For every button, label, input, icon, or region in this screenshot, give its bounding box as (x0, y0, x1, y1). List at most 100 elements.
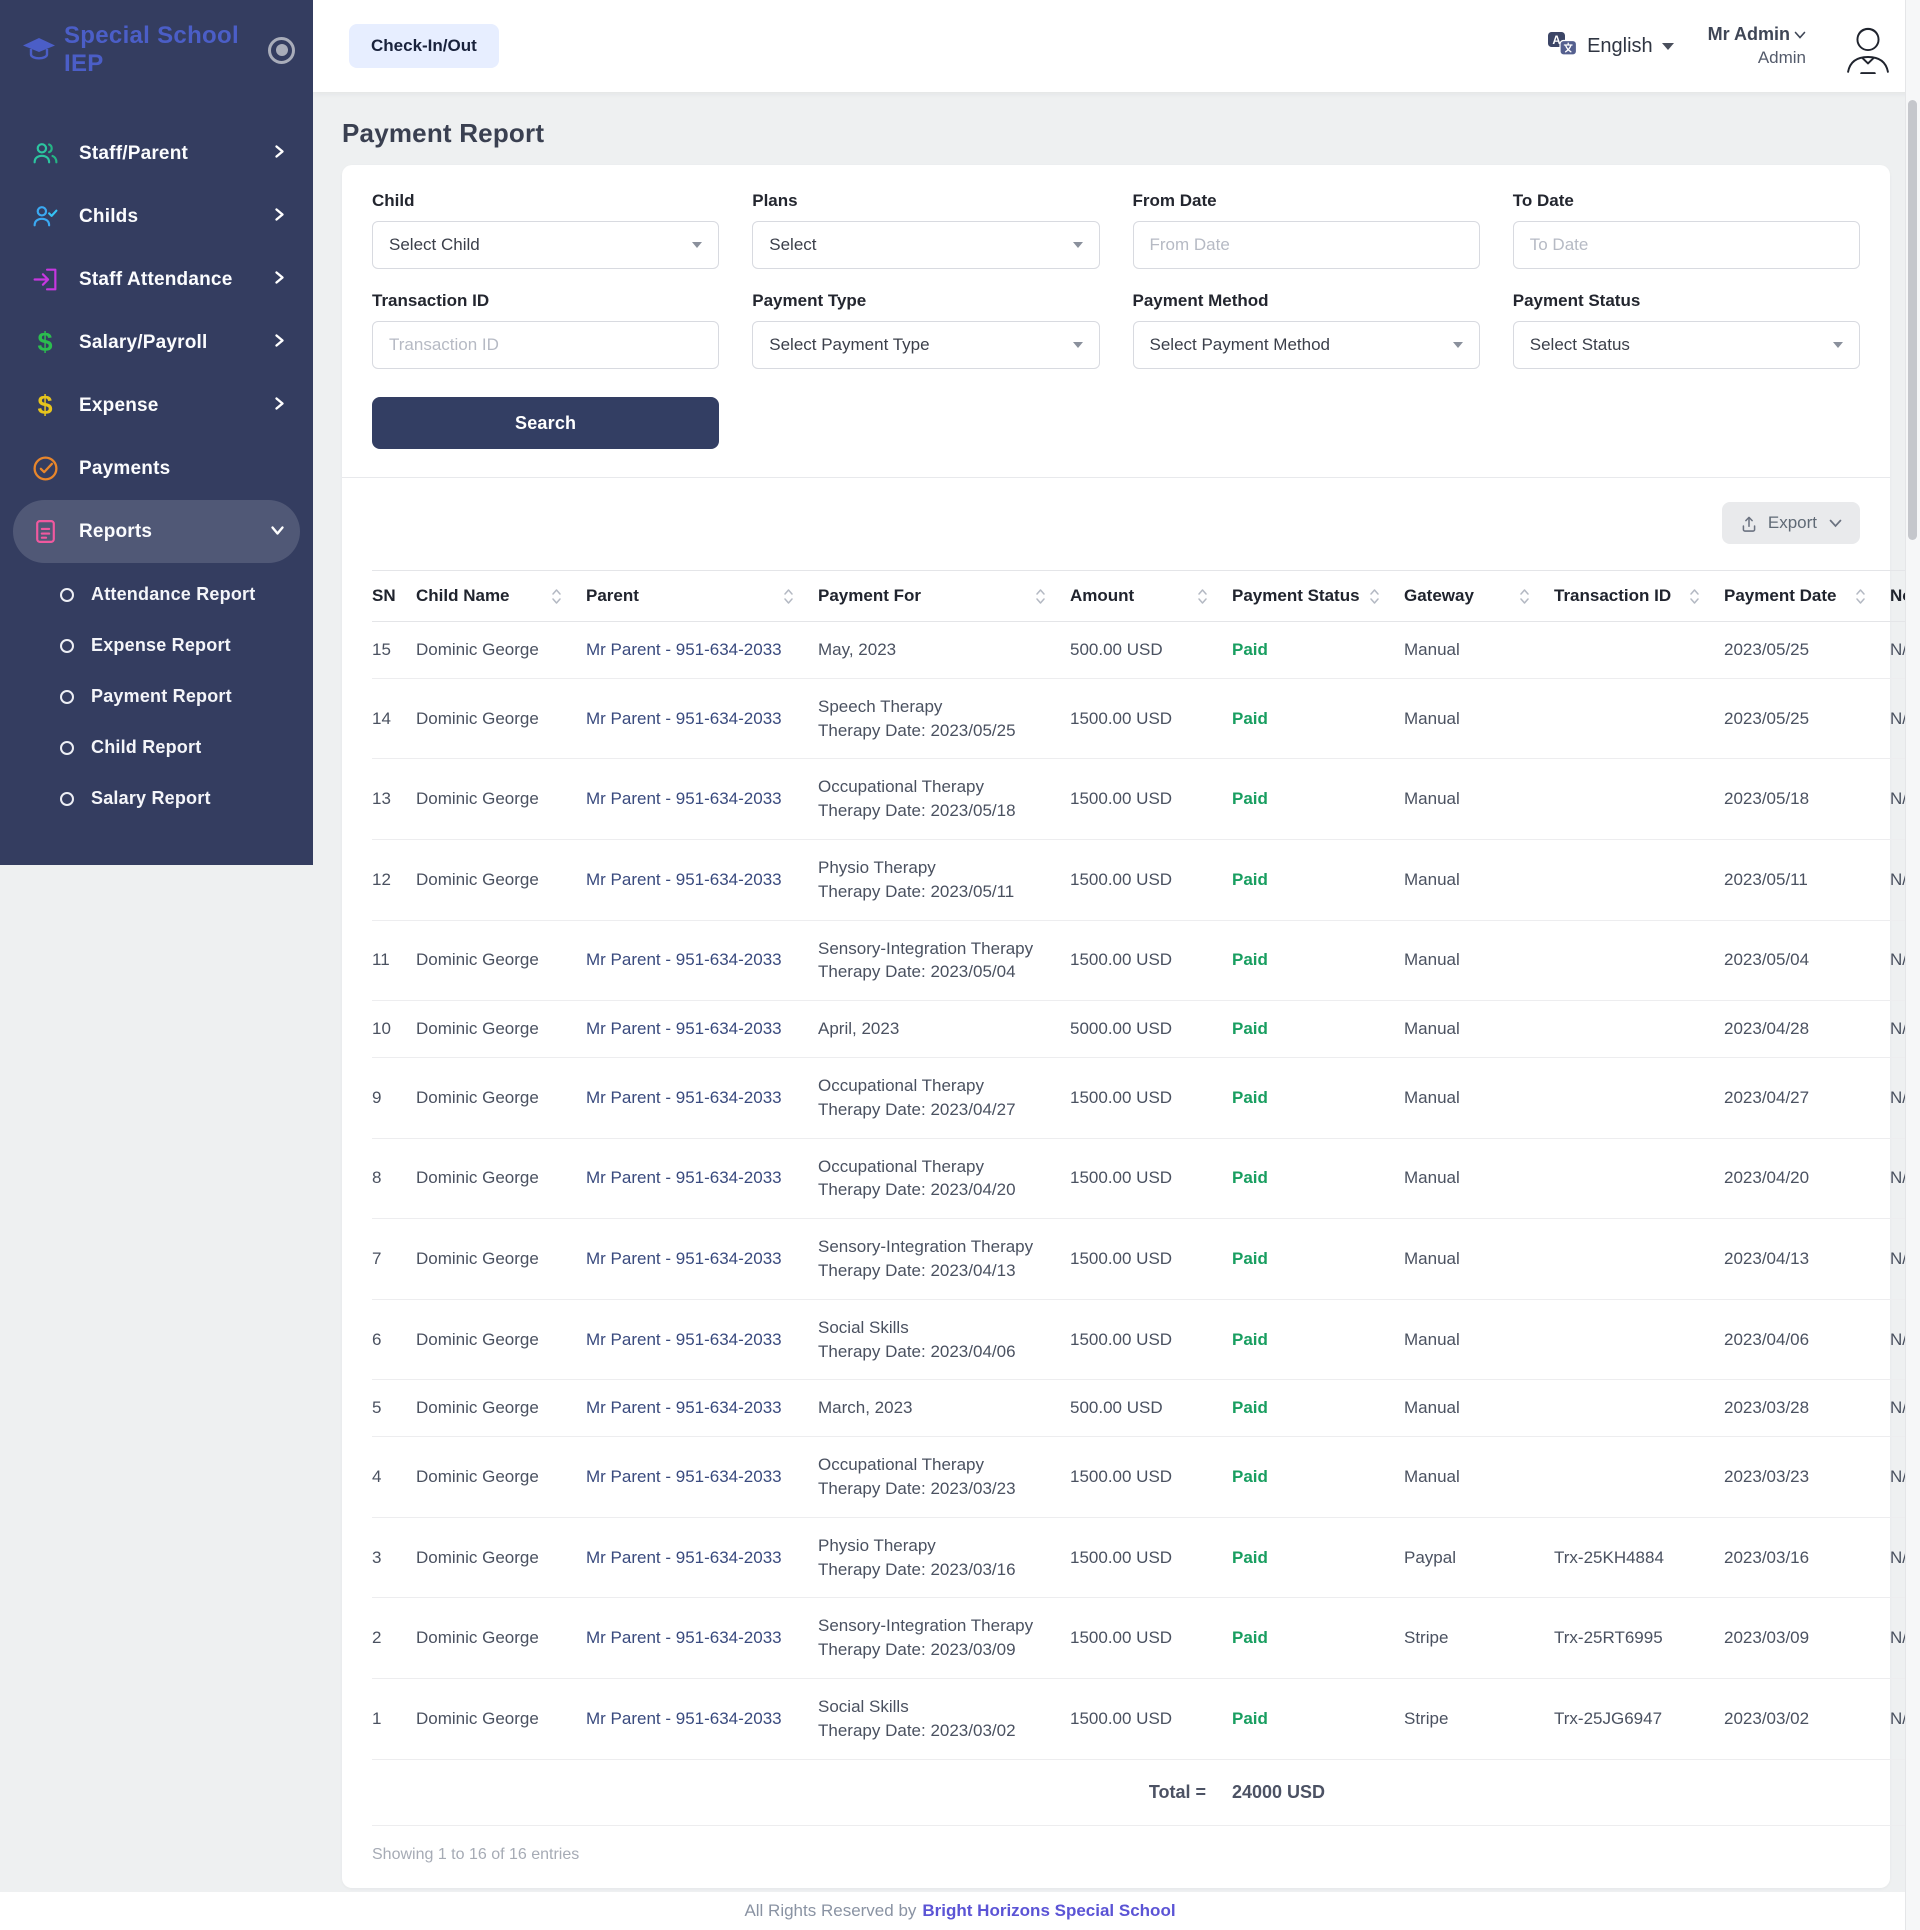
sort-icon[interactable] (551, 588, 562, 605)
sort-icon[interactable] (1689, 588, 1700, 605)
cell-parent-link[interactable]: Mr Parent - 951-634-2033 (586, 1219, 818, 1300)
cell-payment-date: 2023/04/06 (1724, 1299, 1890, 1380)
table-row: 1 Dominic George Mr Parent - 951-634-203… (372, 1678, 1920, 1759)
cell-parent-link[interactable]: Mr Parent - 951-634-2033 (586, 920, 818, 1001)
scrollbar-thumb[interactable] (1908, 100, 1917, 540)
cell-parent-link[interactable]: Mr Parent - 951-634-2033 (586, 622, 818, 679)
sidebar-item-expense-report[interactable]: Expense Report (0, 620, 313, 671)
sort-icon[interactable] (1369, 588, 1380, 605)
payment-for-title: April, 2023 (818, 1017, 1060, 1041)
sort-icon[interactable] (1035, 588, 1046, 605)
page-scrollbar[interactable] (1905, 0, 1920, 1930)
cell-sn: 5 (372, 1380, 416, 1437)
circle-bullet-icon (60, 690, 74, 704)
avatar[interactable] (1840, 18, 1896, 74)
chevron-right-icon (274, 396, 285, 416)
sidebar-item-child-report[interactable]: Child Report (0, 722, 313, 773)
cell-gateway: Manual (1404, 1299, 1554, 1380)
payment-status-select[interactable]: Select Status (1513, 321, 1860, 369)
child-select[interactable]: Select Child (372, 221, 719, 269)
cell-parent-link[interactable]: Mr Parent - 951-634-2033 (586, 1598, 818, 1679)
sort-icon[interactable] (1197, 588, 1208, 605)
filter-plans: Plans Select (752, 191, 1099, 269)
plans-select[interactable]: Select (752, 221, 1099, 269)
cell-parent-link[interactable]: Mr Parent - 951-634-2033 (586, 1517, 818, 1598)
col-header-amount[interactable]: Amount (1070, 571, 1232, 622)
col-header-payment-date[interactable]: Payment Date (1724, 571, 1890, 622)
sidebar-item-childs[interactable]: Childs (0, 185, 313, 248)
payment-for-title: Sensory-Integration Therapy (818, 1614, 1060, 1638)
cell-parent-link[interactable]: Mr Parent - 951-634-2033 (586, 1001, 818, 1058)
cell-parent-link[interactable]: Mr Parent - 951-634-2033 (586, 1138, 818, 1219)
cell-payment-date: 2023/03/16 (1724, 1517, 1890, 1598)
cell-parent-link[interactable]: Mr Parent - 951-634-2033 (586, 1299, 818, 1380)
sort-icon[interactable] (1519, 588, 1530, 605)
sidebar-item-salary-payroll[interactable]: $ Salary/Payroll (0, 311, 313, 374)
col-header-parent[interactable]: Parent (586, 571, 818, 622)
total-value: 24000 USD (1232, 1759, 1920, 1825)
sidebar-item-reports[interactable]: Reports (13, 500, 300, 563)
sidebar-item-attendance-report[interactable]: Attendance Report (0, 569, 313, 620)
col-header-payment-for[interactable]: Payment For (818, 571, 1070, 622)
payment-report-table: SN Child Name Parent Payment For Amount … (372, 570, 1920, 1826)
chevron-right-icon (274, 270, 285, 290)
sidebar-item-salary-report[interactable]: Salary Report (0, 773, 313, 824)
submenu-item-label: Child Report (91, 737, 201, 758)
sidebar-item-payments[interactable]: Payments (0, 437, 313, 500)
sidebar-item-label: Staff Attendance (79, 269, 274, 291)
people-icon (30, 139, 60, 168)
cell-transaction-id (1554, 622, 1724, 679)
cell-amount: 1500.00 USD (1070, 1517, 1232, 1598)
cell-payment-for: Occupational Therapy Therapy Date: 2023/… (818, 1057, 1070, 1138)
transaction-id-input[interactable] (372, 321, 719, 369)
col-header-child-name[interactable]: Child Name (416, 571, 586, 622)
cell-parent-link[interactable]: Mr Parent - 951-634-2033 (586, 678, 818, 759)
sidebar-item-staff-attendance[interactable]: Staff Attendance (0, 248, 313, 311)
user-menu[interactable]: Mr Admin (1708, 24, 1806, 45)
cell-amount: 5000.00 USD (1070, 1001, 1232, 1058)
cell-sn: 12 (372, 839, 416, 920)
sidebar-item-staff-parent[interactable]: Staff/Parent (0, 122, 313, 185)
search-button[interactable]: Search (372, 397, 719, 449)
col-header-transaction-id[interactable]: Transaction ID (1554, 571, 1724, 622)
col-header-gateway[interactable]: Gateway (1404, 571, 1554, 622)
cell-parent-link[interactable]: Mr Parent - 951-634-2033 (586, 1678, 818, 1759)
cell-transaction-id (1554, 678, 1724, 759)
cell-parent-link[interactable]: Mr Parent - 951-634-2033 (586, 1437, 818, 1518)
sidebar-collapse-toggle[interactable] (268, 37, 295, 64)
cell-child-name: Dominic George (416, 1437, 586, 1518)
cell-payment-status: Paid (1232, 759, 1404, 840)
cell-payment-status: Paid (1232, 1517, 1404, 1598)
to-date-input[interactable] (1513, 221, 1860, 269)
cell-gateway: Stripe (1404, 1598, 1554, 1679)
payment-for-title: Speech Therapy (818, 695, 1060, 719)
cell-parent-link[interactable]: Mr Parent - 951-634-2033 (586, 1057, 818, 1138)
sidebar-item-payment-report[interactable]: Payment Report (0, 671, 313, 722)
check-in-out-button[interactable]: Check-In/Out (349, 24, 499, 68)
cell-payment-for: Sensory-Integration Therapy Therapy Date… (818, 1219, 1070, 1300)
cell-payment-for: Occupational Therapy Therapy Date: 2023/… (818, 1437, 1070, 1518)
cell-child-name: Dominic George (416, 622, 586, 679)
cell-parent-link[interactable]: Mr Parent - 951-634-2033 (586, 1380, 818, 1437)
payment-type-select[interactable]: Select Payment Type (752, 321, 1099, 369)
from-date-input[interactable] (1133, 221, 1480, 269)
cell-parent-link[interactable]: Mr Parent - 951-634-2033 (586, 839, 818, 920)
caret-down-icon (1073, 242, 1083, 248)
footer-brand-link[interactable]: Bright Horizons Special School (922, 1901, 1175, 1921)
cell-payment-for: May, 2023 (818, 622, 1070, 679)
col-header-sn: SN (372, 571, 416, 622)
export-button[interactable]: Export (1722, 502, 1860, 544)
cell-child-name: Dominic George (416, 1057, 586, 1138)
table-row: 4 Dominic George Mr Parent - 951-634-203… (372, 1437, 1920, 1518)
language-selector[interactable]: A English (1547, 30, 1674, 63)
cell-transaction-id (1554, 1437, 1724, 1518)
sidebar-item-expense[interactable]: $ Expense (0, 374, 313, 437)
sort-icon[interactable] (783, 588, 794, 605)
cell-payment-status: Paid (1232, 920, 1404, 1001)
sort-icon[interactable] (1855, 588, 1866, 605)
col-header-payment-status[interactable]: Payment Status (1232, 571, 1404, 622)
payment-method-select[interactable]: Select Payment Method (1133, 321, 1480, 369)
sidebar: Special School IEP Staff/Parent Childs S… (0, 0, 313, 865)
cell-amount: 500.00 USD (1070, 1380, 1232, 1437)
cell-parent-link[interactable]: Mr Parent - 951-634-2033 (586, 759, 818, 840)
